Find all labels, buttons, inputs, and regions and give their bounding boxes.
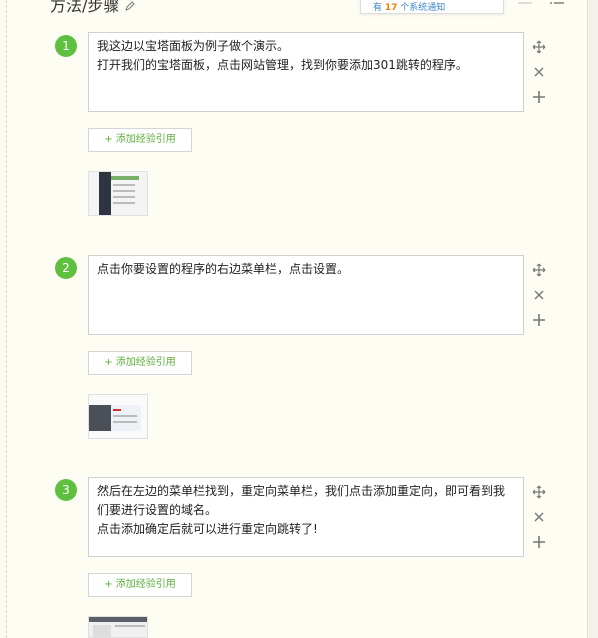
step-tools — [532, 40, 548, 115]
step-image-thumbnail[interactable] — [88, 616, 148, 638]
add-quote-button[interactable]: + 添加经验引用 — [88, 128, 192, 152]
list-icon[interactable] — [550, 0, 564, 4]
step-text-line: 我这边以宝塔面板为例子做个演示。 — [97, 39, 290, 53]
header-tools — [518, 0, 564, 4]
step-text-line: 打开我们的宝塔面板，点击网站管理，找到你要添加301跳转的程序。 — [97, 58, 468, 72]
close-icon[interactable] — [532, 510, 546, 524]
add-quote-button[interactable]: + 添加经验引用 — [88, 573, 192, 597]
edit-icon[interactable] — [125, 1, 136, 11]
step-text-editor[interactable]: 我这边以宝塔面板为例子做个演示。 打开我们的宝塔面板，点击网站管理，找到你要添加… — [88, 32, 524, 112]
move-icon[interactable] — [532, 485, 546, 499]
add-icon[interactable] — [532, 313, 546, 327]
notice-suffix: 个系统通知 — [400, 3, 446, 13]
section-title: 方法/步骤 — [50, 0, 120, 15]
section-header: 方法/步骤 — [50, 0, 136, 16]
step-image-thumbnail[interactable] — [88, 171, 148, 216]
close-icon[interactable] — [532, 65, 546, 79]
step-text-line: 点击你要设置的程序的右边菜单栏，点击设置。 — [97, 262, 350, 276]
system-notice[interactable]: 有 17 个系统通知 — [360, 0, 504, 14]
left-border — [0, 0, 7, 638]
add-icon[interactable] — [532, 90, 546, 104]
step-tools — [532, 485, 548, 560]
move-icon[interactable] — [532, 40, 546, 54]
step-text-editor[interactable]: 然后在左边的菜单栏找到，重定向菜单栏，我们点击添加重定向，即可看到我们要进行设置… — [88, 477, 524, 557]
notice-count: 17 — [384, 3, 398, 13]
step-tools — [532, 263, 548, 338]
step-text-editor[interactable]: 点击你要设置的程序的右边菜单栏，点击设置。 — [88, 255, 524, 335]
thumbnail-image — [89, 172, 147, 215]
add-icon[interactable] — [532, 535, 546, 549]
thumbnail-image — [89, 395, 147, 438]
step-number-badge: 1 — [55, 35, 77, 57]
step-number-badge: 3 — [55, 479, 77, 501]
step-text-line: 然后在左边的菜单栏找到，重定向菜单栏，我们点击添加重定向，即可看到我们要进行设置… — [97, 484, 506, 517]
step-text-line: 点击添加确定后就可以进行重定向跳转了! — [97, 522, 318, 536]
move-icon[interactable] — [532, 263, 546, 277]
thumbnail-image — [89, 617, 147, 637]
grid-icon[interactable] — [518, 0, 532, 4]
notice-prefix: 有 — [373, 3, 383, 13]
step-image-thumbnail[interactable] — [88, 394, 148, 439]
close-icon[interactable] — [532, 288, 546, 302]
scrollbar[interactable] — [587, 0, 598, 638]
step-number-badge: 2 — [55, 257, 77, 279]
add-quote-button[interactable]: + 添加经验引用 — [88, 351, 192, 375]
